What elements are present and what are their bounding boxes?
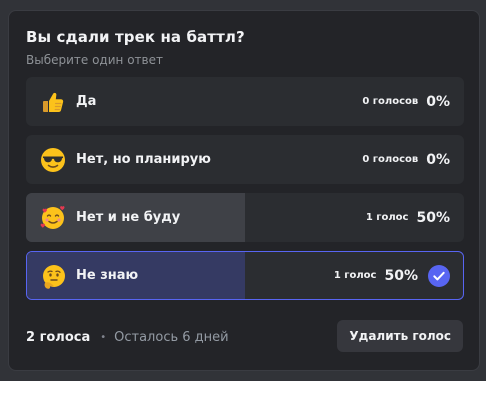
poll-answer-net-no-planiruyu[interactable]: Нет, но планирую 0 голосов 0% xyxy=(26,135,464,184)
poll-answer-net-i-ne-budu[interactable]: Нет и не буду 1 голос 50% xyxy=(26,193,464,242)
answer-percent: 0% xyxy=(426,93,450,110)
poll-footer: 2 голоса • Осталось 6 дней xyxy=(26,321,229,353)
total-votes: 2 голоса xyxy=(26,329,91,345)
answer-label: Нет и не буду xyxy=(76,210,181,225)
answer-percent: 50% xyxy=(416,209,450,226)
smiling-face-with-hearts-icon xyxy=(40,206,65,229)
remove-vote-button[interactable]: Удалить голос xyxy=(337,320,463,352)
thinking-face-icon xyxy=(43,265,65,289)
footer-separator: • xyxy=(100,331,107,343)
thumbs-up-icon xyxy=(43,92,64,112)
answer-percent: 50% xyxy=(384,267,418,284)
time-remaining: Осталось 6 дней xyxy=(114,329,229,345)
sunglasses-face-icon xyxy=(41,148,65,172)
canvas: Вы сдали трек на баттл? Выберите один от… xyxy=(0,0,486,413)
checkmark-icon xyxy=(428,264,450,287)
answer-label: Не знаю xyxy=(76,268,139,283)
poll-answer-ne-znayu[interactable]: Не знаю 1 голос 50% xyxy=(26,251,464,300)
answer-label: Нет, но планирую xyxy=(76,152,211,167)
poll-answer-da[interactable]: Да 0 голосов 0% xyxy=(26,77,464,126)
poll-subtitle: Выберите один ответ xyxy=(26,53,163,67)
answer-vote-count: 1 голос xyxy=(333,270,377,281)
answer-stats: 0 голосов 0% xyxy=(362,135,450,184)
answer-vote-count: 1 голос xyxy=(365,212,409,223)
answer-label: Да xyxy=(76,94,97,109)
answer-stats: 0 голосов 0% xyxy=(362,77,450,126)
poll-question: Вы сдали трек на баттл? xyxy=(26,28,245,46)
answer-vote-count: 0 голосов xyxy=(362,96,419,107)
poll-card: Вы сдали трек на баттл? Выберите один от… xyxy=(8,10,480,371)
answer-stats: 1 голос 50% xyxy=(366,193,450,242)
answer-vote-count: 0 голосов xyxy=(362,154,419,165)
answer-percent: 0% xyxy=(426,151,450,168)
answer-stats: 1 голос 50% xyxy=(334,252,450,299)
